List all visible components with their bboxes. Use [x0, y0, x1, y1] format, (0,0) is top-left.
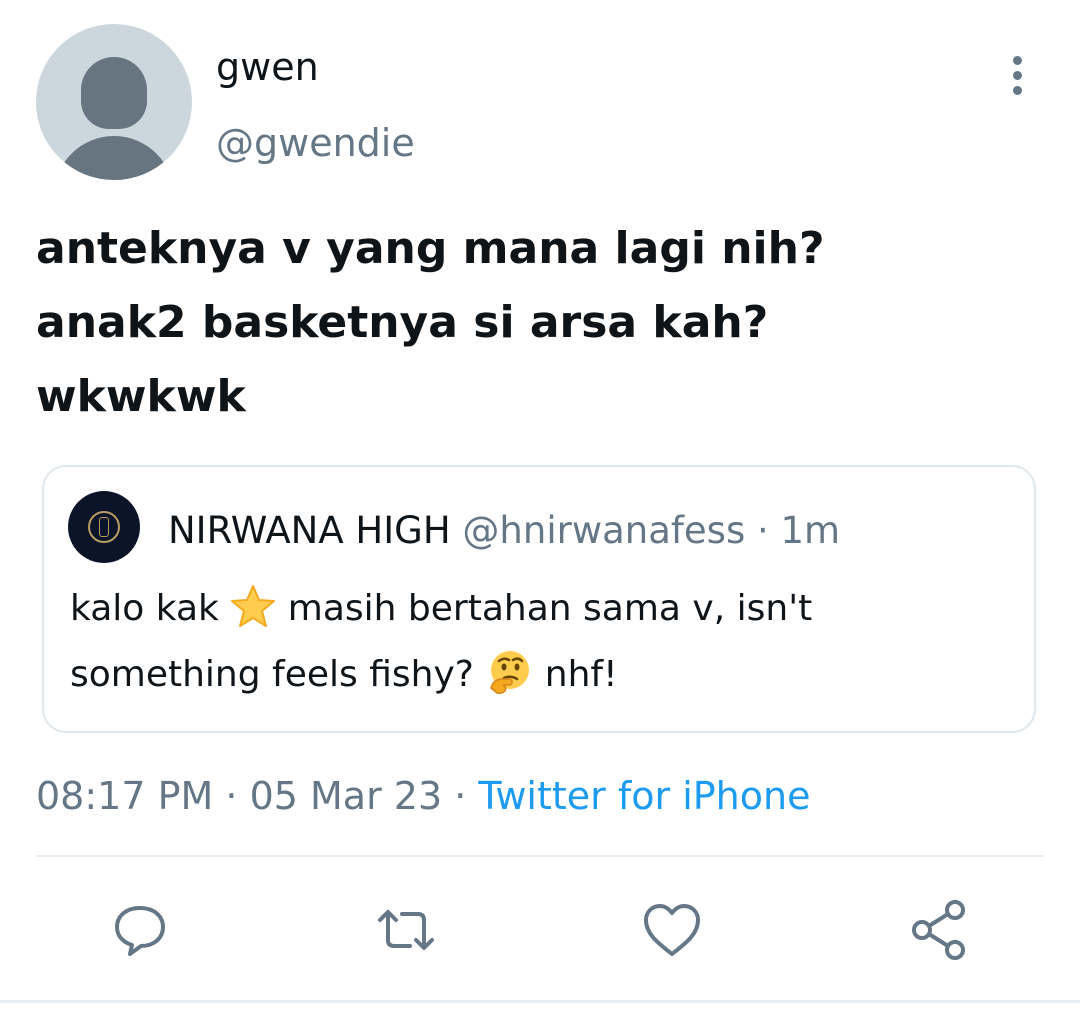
quoted-tweet-text: kalo kak masih bertahan sama v, isn't so… [70, 580, 1010, 712]
tweet-date[interactable]: 05 Mar 23 [250, 774, 443, 818]
tweet-time[interactable]: 08:17 PM [36, 774, 213, 818]
crest-emblem-icon [99, 517, 109, 537]
retweet-button[interactable] [374, 898, 438, 962]
actions-divider [36, 855, 1044, 857]
quoted-author-avatar[interactable] [68, 491, 140, 563]
quoted-time: 1m [780, 509, 841, 552]
reply-button[interactable] [108, 898, 172, 962]
like-button[interactable] [640, 898, 704, 962]
tweet-text: anteknya v yang mana lagi nih? anak2 bas… [36, 212, 1036, 434]
quoted-text-segment: kalo kak [70, 588, 219, 629]
quoted-text-segment: nhf! [544, 654, 618, 695]
author-handle[interactable]: @gwendie [216, 120, 415, 166]
author-avatar[interactable] [36, 24, 192, 180]
tweet-line: wkwkwk [36, 371, 246, 422]
quoted-author-name[interactable]: NIRWANA HIGH [168, 509, 451, 552]
share-button[interactable] [906, 898, 970, 962]
more-dot-icon [1012, 70, 1022, 80]
tweet-meta: 08:17 PM · 05 Mar 23 · Twitter for iPhon… [36, 772, 810, 820]
avatar-body-shape [54, 136, 174, 180]
meta-separator: · [225, 774, 238, 818]
author-display-name[interactable]: gwen [216, 44, 319, 90]
tweet-line: anteknya v yang mana lagi nih? [36, 223, 825, 274]
bottom-divider [0, 1000, 1080, 1003]
source-link[interactable]: Twitter for iPhone [478, 774, 810, 818]
more-dot-icon [1012, 55, 1022, 65]
retweet-icon [378, 910, 434, 950]
reply-icon [115, 906, 165, 956]
quoted-line-1: kalo kak masih bertahan sama v, isn't [70, 580, 1010, 646]
tweet-line: anak2 basketnya si arsa kah? [36, 297, 769, 348]
quoted-author-handle[interactable]: @hnirwanafess [462, 509, 745, 552]
quoted-line-2: something feels fishy? nhf! [70, 646, 1010, 712]
quoted-separator: · [756, 509, 769, 552]
more-dot-icon [1012, 85, 1022, 95]
quoted-tweet-header: NIRWANA HIGH @hnirwanafess · 1m [168, 508, 840, 554]
avatar-head-shape [81, 57, 147, 129]
quoted-text-segment: masih bertahan sama v, isn't [287, 588, 813, 629]
thinking-face-emoji-icon [485, 648, 533, 712]
star-emoji-icon [230, 584, 276, 646]
more-options-button[interactable] [996, 52, 1038, 98]
quoted-text-segment: something feels fishy? [70, 654, 474, 695]
like-icon [644, 904, 700, 956]
share-icon [912, 900, 965, 960]
meta-separator: · [454, 774, 467, 818]
